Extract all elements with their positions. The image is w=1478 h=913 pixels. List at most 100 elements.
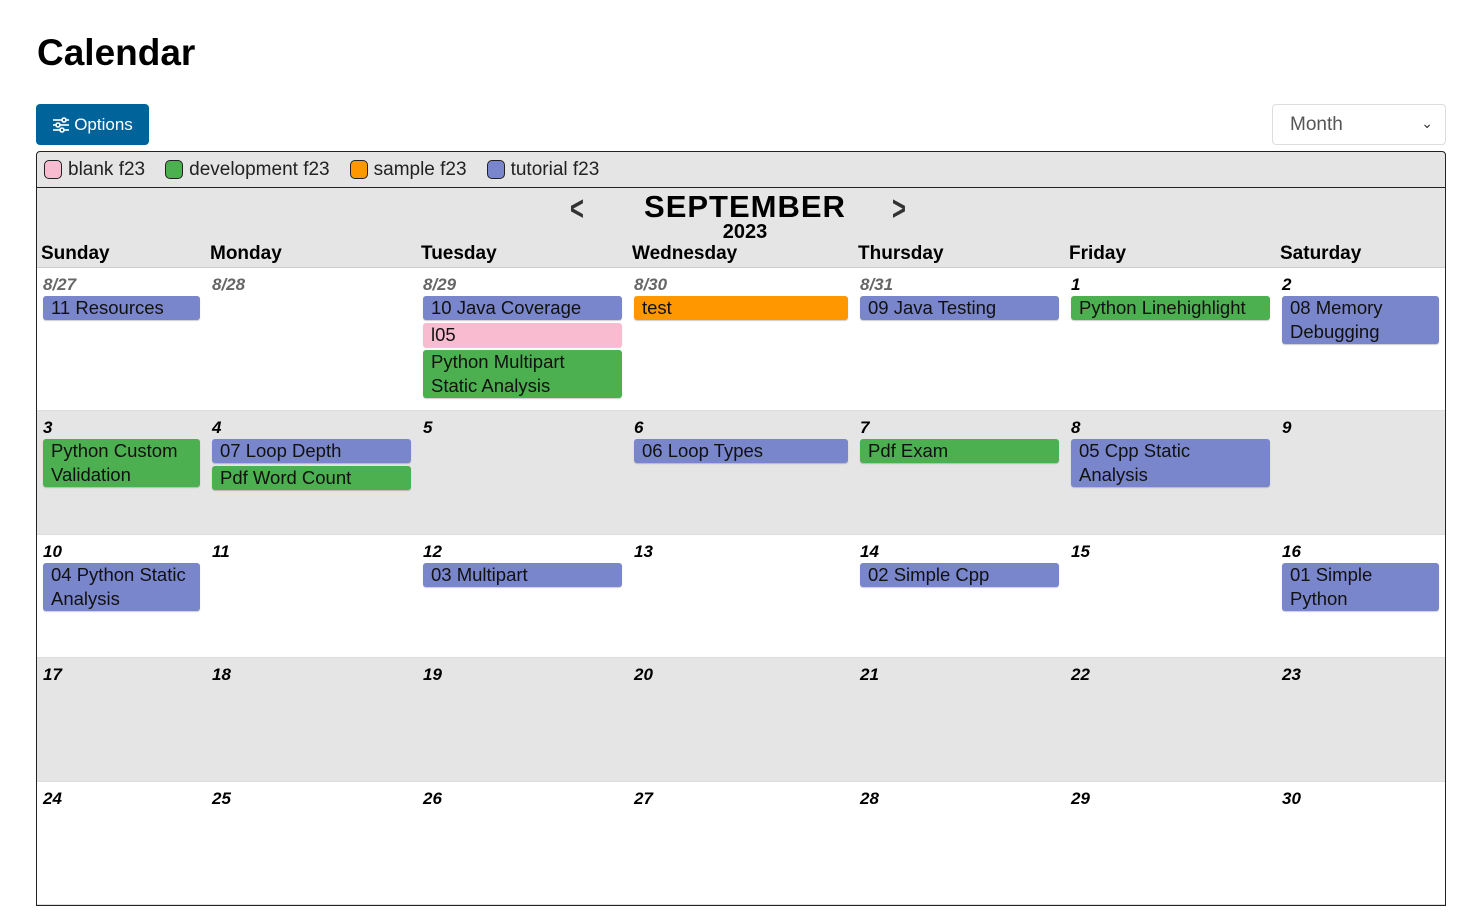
day-number: 7 — [860, 418, 870, 437]
weekday-header: Sunday Monday Tuesday Wednesday Thursday Frid… — [37, 243, 1445, 268]
day-number: 2 — [1282, 275, 1292, 294]
day-cell[interactable]: 9 — [1276, 411, 1445, 534]
day-number: 19 — [423, 665, 442, 684]
month-label: SEPTEMBER — [644, 189, 846, 224]
day-cell[interactable]: 11 — [206, 535, 417, 657]
day-cell[interactable]: 25 — [206, 782, 417, 904]
day-cell[interactable]: 2 08 Memory Debugging — [1276, 268, 1445, 410]
calendar-event[interactable]: Pdf Exam — [860, 439, 1059, 463]
day-number: 18 — [212, 665, 231, 684]
view-select-value: Month — [1290, 114, 1343, 135]
day-cell[interactable]: 3 Python Custom Validation — [37, 411, 206, 534]
calendar-event[interactable]: Python Custom Validation — [43, 439, 200, 487]
day-cell[interactable]: 29 — [1065, 782, 1276, 904]
day-cell[interactable]: 8/29 10 Java Coverage l05 Python Multipart … — [417, 268, 628, 410]
calendar-event[interactable]: 07 Loop Depth — [212, 439, 411, 463]
legend-label: sample f23 — [373, 158, 467, 180]
day-number: 23 — [1282, 665, 1301, 684]
day-number: 11 — [212, 542, 230, 561]
day-cell[interactable]: 30 — [1276, 782, 1445, 904]
day-number: 26 — [423, 789, 442, 808]
day-number: 8/29 — [423, 275, 457, 294]
legend-item[interactable]: development f23 — [165, 159, 330, 181]
calendar-event[interactable]: 06 Loop Types — [634, 439, 848, 463]
calendar-event[interactable]: test — [634, 296, 848, 320]
day-cell[interactable]: 8/27 11 Resources — [37, 268, 206, 410]
legend-item[interactable]: blank f23 — [44, 159, 145, 181]
view-select[interactable]: Month ⌄ — [1272, 104, 1446, 145]
day-cell[interactable]: 16 01 Simple Python — [1276, 535, 1445, 657]
legend-item[interactable]: tutorial f23 — [486, 159, 599, 181]
day-cell[interactable]: 27 — [628, 782, 854, 904]
week-row: 3 Python Custom Validation 4 07 Loop Depth P… — [37, 411, 1445, 535]
day-cell[interactable]: 19 — [417, 658, 628, 781]
day-number: 14 — [860, 542, 879, 561]
day-number: 29 — [1071, 789, 1090, 808]
day-cell[interactable]: 12 03 Multipart — [417, 535, 628, 657]
weekday-label: Sunday — [41, 243, 110, 264]
calendar-event[interactable]: 08 Memory Debugging — [1282, 296, 1439, 344]
calendar-event[interactable]: 04 Python Static Analysis — [43, 563, 200, 611]
calendar-event[interactable]: 01 Simple Python — [1282, 563, 1439, 611]
calendar-event[interactable]: Python Linehighlight — [1071, 296, 1270, 320]
day-cell[interactable]: 4 07 Loop Depth Pdf Word Count — [206, 411, 417, 534]
day-cell[interactable]: 18 — [206, 658, 417, 781]
day-cell[interactable]: 21 — [854, 658, 1065, 781]
calendar-event[interactable]: 03 Multipart — [423, 563, 622, 587]
calendar-event[interactable]: Python Multipart Static Analysis — [423, 350, 622, 398]
day-number: 16 — [1282, 542, 1301, 561]
day-cell[interactable]: 14 02 Simple Cpp — [854, 535, 1065, 657]
weekday-label: Wednesday — [632, 243, 738, 264]
day-number: 27 — [634, 789, 653, 808]
weekday-label: Monday — [210, 243, 282, 264]
day-cell[interactable]: 7 Pdf Exam — [854, 411, 1065, 534]
day-number: 13 — [634, 542, 653, 561]
weekday-label: Friday — [1069, 243, 1127, 264]
calendar-event[interactable]: Pdf Word Count — [212, 466, 411, 490]
day-cell[interactable]: 8/28 — [206, 268, 417, 410]
day-cell[interactable]: 5 — [417, 411, 628, 534]
day-cell[interactable]: 28 — [854, 782, 1065, 904]
calendar-event[interactable]: 09 Java Testing — [860, 296, 1059, 320]
day-cell[interactable]: 22 — [1065, 658, 1276, 781]
calendar-legend: blank f23 development f23 sample f23 tutori… — [36, 151, 1446, 188]
day-cell[interactable]: 8/31 09 Java Testing — [854, 268, 1065, 410]
options-label: Options — [74, 114, 133, 134]
day-cell[interactable]: 6 06 Loop Types — [628, 411, 854, 534]
day-cell[interactable]: 10 04 Python Static Analysis — [37, 535, 206, 657]
day-cell[interactable]: 13 — [628, 535, 854, 657]
calendar-event[interactable]: 10 Java Coverage — [423, 296, 622, 320]
page-title: Calendar — [37, 32, 196, 73]
day-number: 22 — [1071, 665, 1090, 684]
day-cell[interactable]: 15 — [1065, 535, 1276, 657]
day-cell[interactable]: 1 Python Linehighlight — [1065, 268, 1276, 410]
day-number: 21 — [860, 665, 879, 684]
calendar-event[interactable]: 11 Resources — [43, 296, 200, 320]
weekday-label: Tuesday — [421, 243, 497, 264]
day-cell[interactable]: 17 — [37, 658, 206, 781]
calendar-event[interactable]: l05 — [423, 323, 622, 347]
day-cell[interactable]: 20 — [628, 658, 854, 781]
week-row: 10 04 Python Static Analysis 11 12 03 Multip… — [37, 535, 1445, 658]
day-cell[interactable]: 23 — [1276, 658, 1445, 781]
options-button[interactable]: Options — [36, 104, 149, 145]
calendar-event[interactable]: 05 Cpp Static Analysis — [1071, 439, 1270, 487]
month-calendar: < SEPTEMBER 2023 > Sunday Monday Tuesday We… — [36, 188, 1446, 906]
calendar-event[interactable]: 02 Simple Cpp — [860, 563, 1059, 587]
weeks-grid: 8/27 11 Resources 8/28 8/29 10 Java Coverage… — [37, 268, 1445, 905]
day-number: 8/30 — [634, 275, 668, 294]
day-number: 12 — [423, 542, 442, 561]
weekday-label: Thursday — [858, 243, 944, 264]
chevron-right-icon[interactable]: > — [892, 190, 906, 229]
legend-label: blank f23 — [68, 158, 146, 180]
week-row: 8/27 11 Resources 8/28 8/29 10 Java Coverage… — [37, 268, 1445, 411]
day-number: 8/28 — [212, 275, 246, 294]
legend-item[interactable]: sample f23 — [349, 158, 467, 181]
day-cell[interactable]: 8 05 Cpp Static Analysis — [1065, 411, 1276, 534]
day-cell[interactable]: 8/30 test — [628, 268, 854, 410]
day-cell[interactable]: 24 — [37, 782, 206, 904]
day-cell[interactable]: 26 — [417, 782, 628, 904]
day-number: 30 — [1282, 789, 1301, 808]
day-number: 24 — [43, 789, 62, 808]
weekday-label: Saturday — [1280, 243, 1362, 264]
